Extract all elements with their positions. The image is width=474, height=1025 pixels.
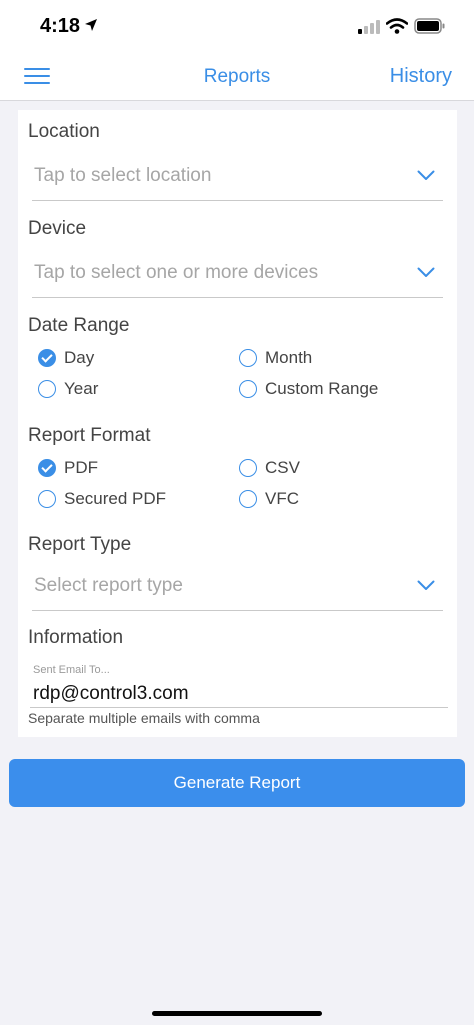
location-placeholder: Tap to select location [34,165,212,186]
chevron-down-icon [417,267,435,277]
radio-checked-icon [38,459,56,477]
report-form-card: Location Tap to select location Device T… [18,110,457,737]
device-placeholder: Tap to select one or more devices [34,262,319,283]
radio-label: Month [265,348,313,367]
device-select[interactable]: Tap to select one or more devices [32,252,443,298]
email-caption: Sent Email To... [33,664,110,676]
report-type-label: Report Type [28,534,132,555]
radio-label: Year [64,379,99,398]
status-time: 4:18 [40,15,81,37]
radio-label: VFC [265,489,299,508]
history-button[interactable]: History [390,65,452,88]
radio-label: CSV [265,458,300,477]
location-label: Location [28,121,100,142]
wifi-icon [386,18,408,34]
email-help-text: Separate multiple emails with comma [28,710,260,726]
radio-unchecked-icon [38,380,56,398]
location-arrow-icon [85,19,97,31]
radio-vfc[interactable]: VFC [239,487,299,511]
report-format-label: Report Format [28,425,151,446]
status-bar: 4:18 [0,0,474,52]
device-label: Device [28,218,87,239]
radio-unchecked-icon [38,490,56,508]
radio-checked-icon [38,349,56,367]
radio-unchecked-icon [239,459,257,477]
battery-icon [414,18,445,34]
generate-report-button[interactable]: Generate Report [9,759,465,807]
radio-label: Secured PDF [64,489,167,508]
report-type-select[interactable]: Select report type [32,565,443,611]
chevron-down-icon [417,580,435,590]
radio-year[interactable]: Year [38,377,98,401]
radio-label: Custom Range [265,379,379,398]
radio-month[interactable]: Month [239,346,312,370]
radio-label: PDF [64,458,98,477]
radio-pdf[interactable]: PDF [38,456,98,480]
date-range-label: Date Range [28,315,130,336]
radio-unchecked-icon [239,380,257,398]
chevron-down-icon [417,170,435,180]
radio-unchecked-icon [239,349,257,367]
menu-icon[interactable] [24,68,50,86]
radio-label: Day [64,348,95,367]
information-label: Information [28,627,124,648]
home-indicator [152,1011,322,1016]
email-input[interactable] [30,680,448,708]
report-type-placeholder: Select report type [34,575,183,596]
location-select[interactable]: Tap to select location [32,155,443,201]
radio-day[interactable]: Day [38,346,94,370]
nav-bar: Reports History [0,52,474,101]
radio-csv[interactable]: CSV [239,456,300,480]
radio-unchecked-icon [239,490,257,508]
radio-custom-range[interactable]: Custom Range [239,377,378,401]
radio-secured-pdf[interactable]: Secured PDF [38,487,166,511]
cellular-signal-icon [358,20,380,34]
